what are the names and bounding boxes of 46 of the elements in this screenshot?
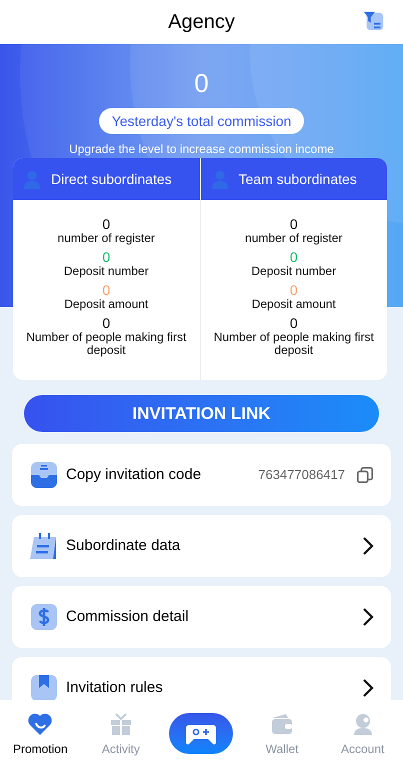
stat-label: Deposit amount (250, 298, 337, 311)
chevron-icon (362, 678, 374, 698)
panel-title: Team subordinates (238, 170, 357, 188)
chevron-icon (362, 536, 374, 556)
stat-label: Number of people making first deposit (25, 331, 188, 357)
menu-label: Invitation rules (66, 678, 164, 698)
commission-label: Yesterday's total commission (98, 108, 304, 134)
gift-icon (108, 712, 133, 736)
inbox-icon (29, 461, 59, 489)
stat-value: 0 (290, 282, 298, 298)
stat-value: 0 (290, 249, 298, 265)
dollar-icon (29, 603, 59, 631)
game-tab-button[interactable] (169, 713, 234, 754)
panel-title: Direct subordinates (51, 170, 172, 188)
nav-tab[interactable]: Promotion (0, 710, 81, 758)
menu-row[interactable]: Subordinate data (12, 515, 391, 577)
stat-value: 0 (102, 249, 110, 265)
stat-label: Deposit number (250, 265, 338, 278)
invitation-code: 763477086417 (258, 466, 345, 484)
menu-label: Subordinate data (66, 536, 182, 556)
stat-label: number of register (244, 232, 344, 245)
menu-label: Commission detail (66, 606, 190, 627)
stat-value: 0 (102, 315, 110, 331)
page-title: Agency (168, 10, 235, 35)
copy-icon[interactable] (356, 466, 374, 484)
stat-label: Deposit amount (63, 298, 150, 311)
bookmark-icon (29, 674, 59, 700)
stat-value: 0 (102, 216, 110, 232)
chevron-icon (362, 607, 374, 627)
menu-row[interactable]: Invitation rules (12, 657, 391, 700)
filter-icon[interactable] (363, 10, 385, 32)
menu-label: Copy invitation code (66, 464, 202, 485)
heart-icon (27, 712, 54, 736)
stat-value: 0 (290, 315, 298, 331)
menu-row[interactable]: Commission detail (12, 586, 391, 648)
stat-value: 0 (102, 282, 110, 298)
stat-label: number of register (56, 232, 156, 245)
upgrade-note: Upgrade the level to increase commission income (69, 141, 334, 158)
commission-amount: 0 (194, 67, 209, 100)
menu-row[interactable]: Copy invitation code 763477086417 (12, 444, 391, 506)
invitation-link-button[interactable]: INVITATION LINK (24, 395, 379, 432)
stat-label: Deposit number (62, 265, 150, 278)
stat-value: 0 (290, 216, 298, 232)
stat-label: Number of people making first deposit (212, 331, 375, 357)
wallet-icon (270, 712, 294, 736)
calendar-icon (29, 532, 59, 560)
